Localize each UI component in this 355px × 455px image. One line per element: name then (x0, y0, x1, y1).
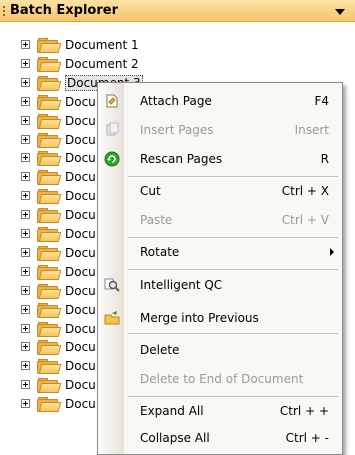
expand-plus-icon[interactable] (21, 153, 30, 163)
menu-item-collapse-all[interactable]: Collapse All Ctrl + - (98, 426, 342, 450)
folder-icon (37, 170, 62, 186)
expand-plus-icon[interactable] (21, 40, 30, 49)
tree-node-label: Docu (65, 397, 96, 412)
tree-node[interactable]: Document 1 (0, 36, 200, 54)
expand-plus-icon[interactable] (21, 380, 30, 390)
folder-icon (37, 397, 62, 413)
expand-plus-icon[interactable] (21, 247, 30, 257)
menu-item-cut[interactable]: Cut Ctrl + X (98, 179, 342, 203)
tree-node-label: Docu (65, 245, 96, 260)
folder-icon (37, 94, 62, 110)
intelligent-qc-icon (104, 277, 120, 293)
folder-icon (37, 75, 62, 91)
tree-node-label: Docu (65, 94, 96, 109)
folder-icon (37, 359, 62, 375)
expand-plus-icon[interactable] (21, 134, 30, 144)
tree-node-label: Docu (65, 227, 96, 241)
tree-node-label: Docu (65, 264, 96, 279)
menu-item-delete[interactable]: Delete (98, 338, 342, 362)
menu-item-intelligent-qc[interactable]: Intelligent QC (98, 273, 342, 297)
tree-node-label: Docu (65, 359, 96, 374)
expand-plus-icon[interactable] (21, 266, 30, 276)
menu-item-rescan-pages[interactable]: Rescan Pages R (98, 147, 342, 171)
tree-node-label: Document 1 (65, 38, 139, 52)
submenu-arrow-icon (330, 248, 334, 256)
grip-icon (3, 6, 5, 18)
menu-item-delete-to-end[interactable]: Delete to End of Document (98, 367, 342, 391)
tree-node-label: Docu (65, 340, 96, 355)
tree-node-label: Docu (65, 208, 96, 223)
folder-icon (37, 208, 62, 224)
attach-page-icon (104, 93, 120, 109)
folder-icon (37, 56, 62, 72)
expand-plus-icon[interactable] (21, 115, 30, 125)
tree-node-label: Docu (65, 378, 96, 393)
folder-icon (37, 283, 62, 299)
folder-icon (37, 189, 62, 205)
menu-item-paste[interactable]: Paste Ctrl + V (98, 208, 342, 232)
expand-plus-icon[interactable] (21, 285, 30, 295)
chevron-down-icon[interactable] (335, 9, 345, 15)
menu-item-insert-pages[interactable]: Insert Pages Insert (98, 118, 342, 142)
expand-plus-icon[interactable] (21, 399, 30, 409)
tree-node-label: Docu (65, 170, 96, 185)
folder-icon (37, 378, 62, 394)
expand-plus-icon[interactable] (21, 323, 30, 333)
folder-icon (37, 302, 62, 318)
tree-node-label: Docu (65, 132, 96, 147)
menu-item-rotate[interactable]: Rotate (98, 240, 342, 264)
folder-icon (37, 113, 62, 129)
menu-separator (128, 269, 338, 270)
expand-plus-icon[interactable] (21, 58, 30, 68)
merge-icon (104, 310, 120, 326)
folder-icon (37, 132, 62, 148)
tree-node-label: Docu (65, 189, 96, 204)
menu-item-merge-into-previous[interactable]: Merge into Previous (98, 306, 342, 330)
tree-node-label: Docu (65, 302, 96, 317)
tree-node[interactable]: Document 2 (0, 55, 200, 73)
menu-separator (128, 333, 338, 334)
tree-node-label: Docu (65, 113, 96, 128)
insert-pages-icon (104, 122, 120, 138)
expand-plus-icon[interactable] (21, 191, 30, 201)
folder-icon (37, 38, 62, 53)
tree-node-label: Docu (65, 321, 96, 336)
menu-separator (128, 237, 338, 238)
expand-plus-icon[interactable] (21, 229, 30, 238)
expand-plus-icon[interactable] (21, 210, 30, 220)
expand-plus-icon[interactable] (21, 361, 30, 371)
menu-item-expand-all[interactable]: Expand All Ctrl + + (98, 399, 342, 423)
folder-icon (37, 264, 62, 280)
rescan-icon (104, 151, 120, 167)
expand-plus-icon[interactable] (21, 96, 30, 106)
menu-separator (128, 396, 338, 397)
expand-plus-icon[interactable] (21, 304, 30, 314)
context-menu: Attach Page F4 Insert Pages Insert Resca… (97, 82, 343, 455)
menu-item-attach-page[interactable]: Attach Page F4 (98, 89, 342, 113)
tree-node-label: Document 2 (65, 56, 139, 71)
expand-plus-icon[interactable] (21, 342, 30, 352)
expand-plus-icon[interactable] (21, 172, 30, 182)
expand-plus-icon[interactable] (21, 77, 30, 87)
batch-explorer-header: Batch Explorer (0, 0, 355, 22)
folder-icon (37, 151, 62, 167)
folder-icon (37, 227, 62, 242)
folder-icon (37, 321, 62, 337)
folder-icon (37, 340, 62, 356)
menu-separator (128, 176, 338, 177)
panel-title: Batch Explorer (10, 3, 118, 18)
tree-node-label: Docu (65, 283, 96, 298)
tree-node-label: Docu (65, 151, 96, 166)
folder-icon (37, 245, 62, 261)
